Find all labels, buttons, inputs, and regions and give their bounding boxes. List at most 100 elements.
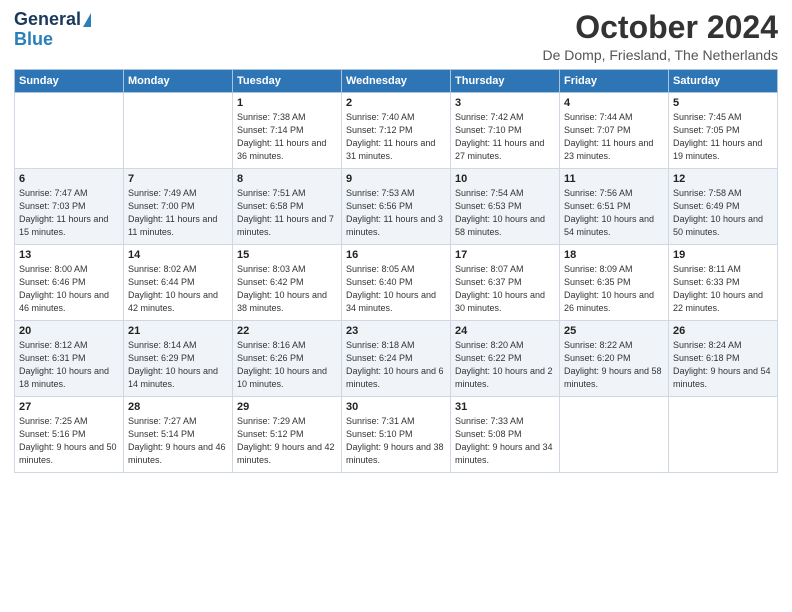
logo-triangle-icon xyxy=(83,13,91,27)
day-info: Sunrise: 7:49 AMSunset: 7:00 PMDaylight:… xyxy=(128,187,228,239)
week-row-2: 6Sunrise: 7:47 AMSunset: 7:03 PMDaylight… xyxy=(15,169,778,245)
day-number: 1 xyxy=(237,97,337,109)
day-info: Sunrise: 8:14 AMSunset: 6:29 PMDaylight:… xyxy=(128,339,228,391)
day-number: 14 xyxy=(128,249,228,261)
day-cell: 2Sunrise: 7:40 AMSunset: 7:12 PMDaylight… xyxy=(342,93,451,169)
day-info: Sunrise: 8:05 AMSunset: 6:40 PMDaylight:… xyxy=(346,263,446,315)
day-number: 5 xyxy=(673,97,773,109)
header-row: SundayMondayTuesdayWednesdayThursdayFrid… xyxy=(15,70,778,93)
day-cell: 4 Sunrise: 7:44 AMSunset: 7:07 PMDaylight… xyxy=(560,93,669,169)
day-cell: 16 Sunrise: 8:05 AMSunset: 6:40 PMDayligh… xyxy=(342,245,451,321)
day-header-thursday: Thursday xyxy=(451,70,560,93)
day-info: Sunrise: 7:47 AMSunset: 7:03 PMDaylight:… xyxy=(19,187,119,239)
day-cell xyxy=(124,93,233,169)
day-info: Sunrise: 8:03 AMSunset: 6:42 PMDaylight:… xyxy=(237,263,337,315)
day-info: Sunrise: 8:18 AMSunset: 6:24 PMDaylight:… xyxy=(346,339,446,391)
day-cell: 29Sunrise: 7:29 AMSunset: 5:12 PMDayligh… xyxy=(233,397,342,473)
calendar-table: SundayMondayTuesdayWednesdayThursdayFrid… xyxy=(14,69,778,473)
day-cell: 13Sunrise: 8:00 AMSunset: 6:46 PMDayligh… xyxy=(15,245,124,321)
day-header-monday: Monday xyxy=(124,70,233,93)
day-cell: 28 Sunrise: 7:27 AMSunset: 5:14 PMDayligh… xyxy=(124,397,233,473)
week-row-4: 20Sunrise: 8:12 AMSunset: 6:31 PMDayligh… xyxy=(15,321,778,397)
page-container: General Blue October 2024 De Domp, Fries… xyxy=(0,0,792,479)
location: De Domp, Friesland, The Netherlands xyxy=(542,47,778,63)
day-number: 16 xyxy=(346,249,446,261)
day-number: 4 xyxy=(564,97,664,109)
day-number: 3 xyxy=(455,97,555,109)
day-number: 29 xyxy=(237,401,337,413)
day-number: 11 xyxy=(564,173,664,185)
logo-general: General xyxy=(14,10,81,30)
day-number: 15 xyxy=(237,249,337,261)
day-cell: 5 Sunrise: 7:45 AMSunset: 7:05 PMDaylight… xyxy=(669,93,778,169)
day-info: Sunrise: 8:22 AMSunset: 6:20 PMDaylight:… xyxy=(564,339,664,391)
day-info: Sunrise: 7:54 AMSunset: 6:53 PMDaylight:… xyxy=(455,187,555,239)
day-number: 18 xyxy=(564,249,664,261)
day-number: 25 xyxy=(564,325,664,337)
day-info: Sunrise: 8:09 AMSunset: 6:35 PMDaylight:… xyxy=(564,263,664,315)
day-number: 24 xyxy=(455,325,555,337)
day-info: Sunrise: 8:16 AMSunset: 6:26 PMDaylight:… xyxy=(237,339,337,391)
day-info: Sunrise: 8:07 AMSunset: 6:37 PMDaylight:… xyxy=(455,263,555,315)
day-header-wednesday: Wednesday xyxy=(342,70,451,93)
month-title: October 2024 xyxy=(542,10,778,45)
day-number: 28 xyxy=(128,401,228,413)
day-cell: 19Sunrise: 8:11 AMSunset: 6:33 PMDayligh… xyxy=(669,245,778,321)
header: General Blue October 2024 De Domp, Fries… xyxy=(14,10,778,63)
day-info: Sunrise: 7:56 AMSunset: 6:51 PMDaylight:… xyxy=(564,187,664,239)
day-number: 19 xyxy=(673,249,773,261)
day-info: Sunrise: 7:51 AMSunset: 6:58 PMDaylight:… xyxy=(237,187,337,239)
day-cell: 17Sunrise: 8:07 AMSunset: 6:37 PMDayligh… xyxy=(451,245,560,321)
day-cell: 21 Sunrise: 8:14 AMSunset: 6:29 PMDayligh… xyxy=(124,321,233,397)
day-cell: 20Sunrise: 8:12 AMSunset: 6:31 PMDayligh… xyxy=(15,321,124,397)
day-cell: 1 Sunrise: 7:38 AMSunset: 7:14 PMDaylight… xyxy=(233,93,342,169)
day-info: Sunrise: 7:31 AMSunset: 5:10 PMDaylight:… xyxy=(346,415,446,467)
day-cell xyxy=(560,397,669,473)
day-cell: 25 Sunrise: 8:22 AMSunset: 6:20 PMDayligh… xyxy=(560,321,669,397)
day-cell: 11 Sunrise: 7:56 AMSunset: 6:51 PMDayligh… xyxy=(560,169,669,245)
day-cell: 22 Sunrise: 8:16 AMSunset: 6:26 PMDayligh… xyxy=(233,321,342,397)
day-number: 31 xyxy=(455,401,555,413)
day-number: 7 xyxy=(128,173,228,185)
day-info: Sunrise: 7:58 AMSunset: 6:49 PMDaylight:… xyxy=(673,187,773,239)
day-info: Sunrise: 7:27 AMSunset: 5:14 PMDaylight:… xyxy=(128,415,228,467)
day-number: 27 xyxy=(19,401,119,413)
day-number: 10 xyxy=(455,173,555,185)
day-number: 22 xyxy=(237,325,337,337)
day-cell: 9 Sunrise: 7:53 AMSunset: 6:56 PMDaylight… xyxy=(342,169,451,245)
day-cell xyxy=(669,397,778,473)
day-info: Sunrise: 7:45 AMSunset: 7:05 PMDaylight:… xyxy=(673,111,773,163)
day-info: Sunrise: 7:25 AMSunset: 5:16 PMDaylight:… xyxy=(19,415,119,467)
day-info: Sunrise: 7:44 AMSunset: 7:07 PMDaylight:… xyxy=(564,111,664,163)
day-cell: 7 Sunrise: 7:49 AMSunset: 7:00 PMDaylight… xyxy=(124,169,233,245)
day-cell: 6Sunrise: 7:47 AMSunset: 7:03 PMDaylight… xyxy=(15,169,124,245)
day-header-sunday: Sunday xyxy=(15,70,124,93)
day-info: Sunrise: 8:24 AMSunset: 6:18 PMDaylight:… xyxy=(673,339,773,391)
day-number: 13 xyxy=(19,249,119,261)
title-block: October 2024 De Domp, Friesland, The Net… xyxy=(542,10,778,63)
day-header-friday: Friday xyxy=(560,70,669,93)
day-info: Sunrise: 7:53 AMSunset: 6:56 PMDaylight:… xyxy=(346,187,446,239)
day-cell: 14Sunrise: 8:02 AMSunset: 6:44 PMDayligh… xyxy=(124,245,233,321)
day-info: Sunrise: 7:33 AMSunset: 5:08 PMDaylight:… xyxy=(455,415,555,467)
day-number: 23 xyxy=(346,325,446,337)
day-number: 26 xyxy=(673,325,773,337)
day-cell: 24 Sunrise: 8:20 AMSunset: 6:22 PMDayligh… xyxy=(451,321,560,397)
day-cell: 8Sunrise: 7:51 AMSunset: 6:58 PMDaylight… xyxy=(233,169,342,245)
day-number: 9 xyxy=(346,173,446,185)
day-cell: 27 Sunrise: 7:25 AMSunset: 5:16 PMDayligh… xyxy=(15,397,124,473)
logo: General Blue xyxy=(14,10,91,50)
day-info: Sunrise: 7:38 AMSunset: 7:14 PMDaylight:… xyxy=(237,111,337,163)
day-number: 21 xyxy=(128,325,228,337)
day-cell: 23 Sunrise: 8:18 AMSunset: 6:24 PMDayligh… xyxy=(342,321,451,397)
week-row-3: 13Sunrise: 8:00 AMSunset: 6:46 PMDayligh… xyxy=(15,245,778,321)
day-cell: 15 Sunrise: 8:03 AMSunset: 6:42 PMDayligh… xyxy=(233,245,342,321)
week-row-1: 1 Sunrise: 7:38 AMSunset: 7:14 PMDaylight… xyxy=(15,93,778,169)
day-info: Sunrise: 8:20 AMSunset: 6:22 PMDaylight:… xyxy=(455,339,555,391)
day-number: 20 xyxy=(19,325,119,337)
day-header-tuesday: Tuesday xyxy=(233,70,342,93)
day-cell: 18 Sunrise: 8:09 AMSunset: 6:35 PMDayligh… xyxy=(560,245,669,321)
day-header-saturday: Saturday xyxy=(669,70,778,93)
day-info: Sunrise: 7:40 AMSunset: 7:12 PMDaylight:… xyxy=(346,111,446,163)
day-cell: 30Sunrise: 7:31 AMSunset: 5:10 PMDayligh… xyxy=(342,397,451,473)
